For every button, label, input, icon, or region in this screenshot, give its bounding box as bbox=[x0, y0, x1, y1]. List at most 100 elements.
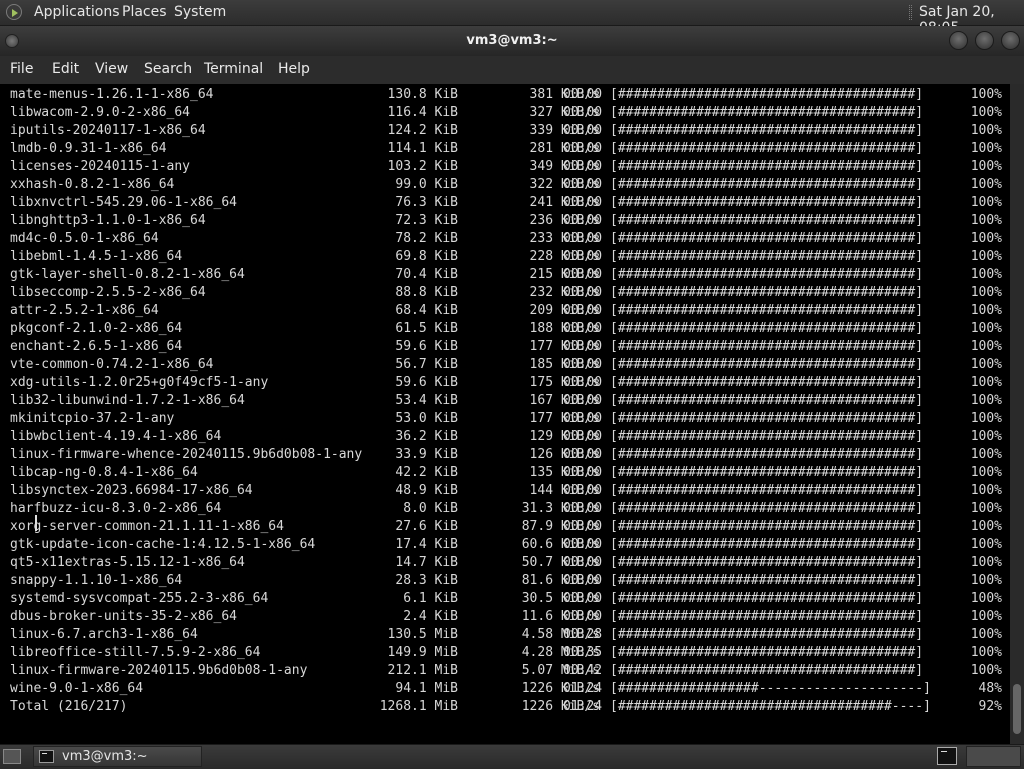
line-size: 53.0 KiB bbox=[395, 411, 458, 426]
menu-terminal[interactable]: Terminal bbox=[204, 61, 263, 77]
line-bar: [######################################] bbox=[610, 285, 924, 300]
line-name: libsynctex-2023.66984-17-x86_64 bbox=[10, 483, 253, 498]
tray-terminal-icon[interactable] bbox=[937, 747, 957, 765]
line-name: Total (216/217) bbox=[10, 699, 128, 714]
menu-view[interactable]: View bbox=[95, 61, 128, 77]
line-name: vte-common-0.74.2-1-x86_64 bbox=[10, 357, 214, 372]
minimize-button[interactable] bbox=[949, 31, 968, 50]
line-pct: 100% bbox=[970, 159, 1002, 174]
line-bar: [######################################] bbox=[610, 231, 924, 246]
maximize-button[interactable] bbox=[975, 31, 994, 50]
menu-edit[interactable]: Edit bbox=[52, 61, 79, 77]
terminal-menubar: File Edit View Search Terminal Help bbox=[0, 56, 1024, 84]
line-pct: 100% bbox=[970, 393, 1002, 408]
line-name: gtk-layer-shell-0.8.2-1-x86_64 bbox=[10, 267, 245, 282]
line-time: 00:28 bbox=[563, 627, 603, 642]
line-pct: 100% bbox=[970, 357, 1002, 372]
line-time: 00:00 bbox=[563, 87, 603, 102]
menu-places[interactable]: Places bbox=[122, 4, 167, 20]
line-bar: [######################################] bbox=[610, 465, 924, 480]
line-size: 59.6 KiB bbox=[395, 339, 458, 354]
line-bar: [######################################] bbox=[610, 87, 924, 102]
line-bar: [######################################] bbox=[610, 303, 924, 318]
line-size: 27.6 KiB bbox=[395, 519, 458, 534]
bottom-taskbar: vm3@vm3:~ bbox=[0, 744, 1024, 769]
workspace-switcher[interactable] bbox=[966, 746, 1021, 767]
line-name: libreoffice-still-7.5.9-2-x86_64 bbox=[10, 645, 261, 660]
terminal-line: libwacom-2.9.0-2-x86_64 116.4 KiB 327 KiB/… bbox=[10, 104, 1002, 122]
line-time: 00:00 bbox=[563, 213, 603, 228]
menu-system[interactable]: System bbox=[174, 4, 226, 20]
line-size: 99.0 KiB bbox=[395, 177, 458, 192]
line-name: pkgconf-2.1.0-2-x86_64 bbox=[10, 321, 183, 336]
line-name: snappy-1.1.10-1-x86_64 bbox=[10, 573, 183, 588]
terminal-line: libwbclient-4.19.4-1-x86_64 36.2 KiB 129 K… bbox=[10, 428, 1002, 446]
line-size: 8.0 KiB bbox=[403, 501, 458, 516]
close-button[interactable] bbox=[1001, 31, 1020, 50]
terminal-line: qt5-x11extras-5.15.12-1-x86_64 14.7 KiB 50… bbox=[10, 554, 1002, 572]
line-pct: 100% bbox=[970, 375, 1002, 390]
line-bar: [######################################] bbox=[610, 357, 924, 372]
line-bar: [######################################] bbox=[610, 249, 924, 264]
line-bar: [######################################] bbox=[610, 375, 924, 390]
window-titlebar[interactable]: vm3@vm3:~ bbox=[0, 26, 1024, 56]
terminal-line: gtk-layer-shell-0.8.2-1-x86_64 70.4 KiB 21… bbox=[10, 266, 1002, 284]
line-bar: [######################################] bbox=[610, 177, 924, 192]
line-time: 00:00 bbox=[563, 519, 603, 534]
line-size: 56.7 KiB bbox=[395, 357, 458, 372]
line-size: 70.4 KiB bbox=[395, 267, 458, 282]
terminal-line: xorg-server-common-21.1.11-1-x86_64 27.6 … bbox=[10, 518, 1002, 536]
line-size: 33.9 KiB bbox=[395, 447, 458, 462]
distro-logo-icon[interactable] bbox=[6, 4, 22, 20]
line-pct: 100% bbox=[970, 195, 1002, 210]
line-pct: 100% bbox=[970, 285, 1002, 300]
taskbar-window-button[interactable]: vm3@vm3:~ bbox=[33, 746, 202, 767]
line-time: 00:00 bbox=[563, 249, 603, 264]
line-size: 130.8 KiB bbox=[387, 87, 458, 102]
line-name: licenses-20240115-1-any bbox=[10, 159, 191, 174]
terminal-output[interactable]: mate-menus-1.26.1-1-x86_64 130.8 KiB 381 K… bbox=[0, 84, 1010, 744]
line-time: 00:00 bbox=[563, 555, 603, 570]
terminal-line: iputils-20240117-1-x86_64 124.2 KiB 339 Ki… bbox=[10, 122, 1002, 140]
terminal-line: libreoffice-still-7.5.9-2-x86_64 149.9 Mi… bbox=[10, 644, 1002, 662]
line-name: lmdb-0.9.31-1-x86_64 bbox=[10, 141, 167, 156]
line-bar: [######################################] bbox=[610, 267, 924, 282]
line-pct: 100% bbox=[970, 123, 1002, 138]
line-name: gtk-update-icon-cache-1:4.12.5-1-x86_64 bbox=[10, 537, 316, 552]
show-desktop-icon[interactable] bbox=[3, 749, 21, 764]
line-pct: 100% bbox=[970, 627, 1002, 642]
terminal-scrollbar[interactable] bbox=[1010, 84, 1024, 744]
line-pct: 100% bbox=[970, 447, 1002, 462]
line-size: 6.1 KiB bbox=[403, 591, 458, 606]
line-time: 00:42 bbox=[563, 663, 603, 678]
terminal-line: mate-menus-1.26.1-1-x86_64 130.8 KiB 381 K… bbox=[10, 86, 1002, 104]
line-name: systemd-sysvcompat-255.2-3-x86_64 bbox=[10, 591, 269, 606]
line-size: 149.9 MiB bbox=[387, 645, 458, 660]
line-pct: 100% bbox=[970, 105, 1002, 120]
line-size: 53.4 KiB bbox=[395, 393, 458, 408]
line-bar: [######################################] bbox=[610, 195, 924, 210]
line-time: 00:00 bbox=[563, 177, 603, 192]
line-time: 00:00 bbox=[563, 105, 603, 120]
line-pct: 100% bbox=[970, 141, 1002, 156]
line-bar: [######################################] bbox=[610, 429, 924, 444]
line-name: linux-firmware-whence-20240115.9b6d0b08-… bbox=[10, 447, 363, 462]
scrollbar-thumb[interactable] bbox=[1013, 684, 1021, 734]
line-time: 00:00 bbox=[563, 609, 603, 624]
line-time: 00:00 bbox=[563, 447, 603, 462]
line-pct: 100% bbox=[970, 573, 1002, 588]
terminal-line: systemd-sysvcompat-255.2-3-x86_64 6.1 KiB… bbox=[10, 590, 1002, 608]
menu-help[interactable]: Help bbox=[278, 61, 310, 77]
terminal-line: dbus-broker-units-35-2-x86_64 2.4 KiB 11.6… bbox=[10, 608, 1002, 626]
menu-file[interactable]: File bbox=[10, 61, 33, 77]
terminal-line: licenses-20240115-1-any 103.2 KiB 349 KiB/… bbox=[10, 158, 1002, 176]
line-bar: [###################################----… bbox=[610, 699, 931, 714]
line-size: 130.5 MiB bbox=[387, 627, 458, 642]
line-name: xdg-utils-1.2.0r25+g0f49cf5-1-any bbox=[10, 375, 269, 390]
terminal-line: enchant-2.6.5-1-x86_64 59.6 KiB 177 KiB/s 0… bbox=[10, 338, 1002, 356]
line-name: dbus-broker-units-35-2-x86_64 bbox=[10, 609, 237, 624]
menu-applications[interactable]: Applications bbox=[34, 4, 120, 20]
line-name: mate-menus-1.26.1-1-x86_64 bbox=[10, 87, 214, 102]
menu-search[interactable]: Search bbox=[144, 61, 192, 77]
line-time: 00:00 bbox=[563, 375, 603, 390]
